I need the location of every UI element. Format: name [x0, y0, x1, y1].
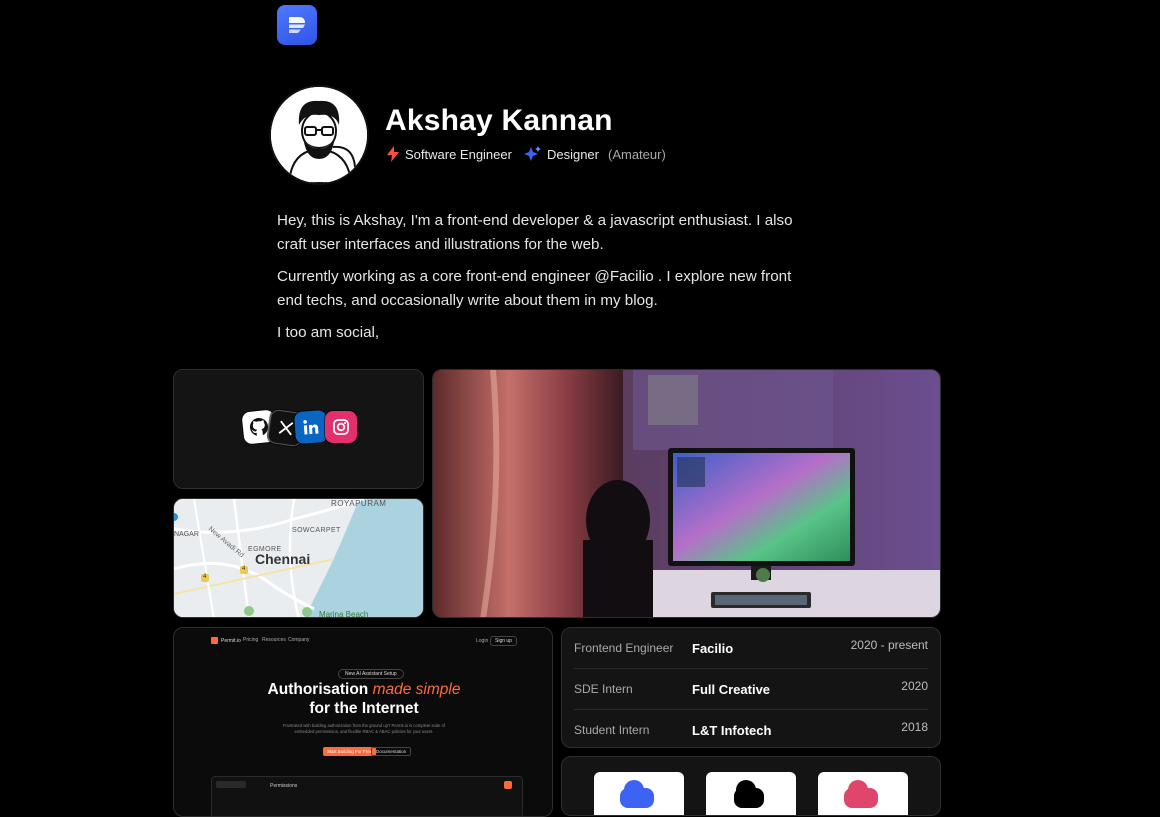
- illustration-tile[interactable]: [706, 772, 796, 815]
- role-note: (Amateur): [607, 146, 666, 162]
- profile-name: Akshay Kannan: [385, 104, 613, 137]
- map-label: NAGAR: [174, 531, 199, 538]
- social-links-card: [173, 369, 424, 489]
- blue-figure-icon: [620, 780, 654, 808]
- map-marker: 4: [203, 574, 207, 580]
- experience-years: 2020: [901, 679, 928, 693]
- pink-figure-icon: [844, 780, 878, 808]
- experience-years: 2018: [901, 720, 928, 734]
- project-preview-card[interactable]: Permit.io Pricing Resources Company Logi…: [173, 627, 553, 817]
- experience-row: Frontend Engineer Facilio 2020 - present: [574, 628, 928, 669]
- preview-headline-line2: for the Internet: [309, 700, 419, 717]
- avatar: [269, 85, 369, 185]
- experience-role: Student Intern: [574, 723, 650, 737]
- site-logo[interactable]: [277, 5, 317, 45]
- preview-signup: Sign up: [490, 636, 517, 646]
- map-label: Marina Beach: [319, 610, 369, 618]
- role-list: Software Engineer Designer (Amateur): [386, 146, 678, 162]
- preview-primary-button: Start Building For Free: [323, 747, 377, 756]
- map-city-label: Chennai: [255, 551, 311, 567]
- avatar-illustration: [271, 87, 367, 183]
- preview-brand-name: Permit.io: [221, 637, 241, 644]
- experience-company: Facilio: [692, 640, 734, 656]
- experience-role: SDE Intern: [574, 682, 633, 696]
- experience-row: Student Intern L&T Infotech 2018: [574, 710, 928, 747]
- preview-logo-icon: [211, 637, 218, 644]
- linkedin-link[interactable]: [293, 409, 328, 445]
- social-icons: [239, 408, 359, 449]
- x-icon: [278, 420, 293, 436]
- role-designer: Designer (Amateur): [523, 146, 666, 162]
- preview-headline: Authorisation made simple: [174, 681, 552, 699]
- experience-company: L&T Infotech: [692, 722, 772, 738]
- map-label: ROYAPURAM: [331, 499, 387, 508]
- instagram-link[interactable]: [324, 411, 357, 443]
- map-marker: 4: [242, 566, 246, 572]
- experience-card: Frontend Engineer Facilio 2020 - present…: [561, 627, 941, 748]
- illustrations-card: [561, 756, 941, 816]
- preview-headline-plain: Authorisation: [267, 681, 369, 698]
- role-label: Software Engineer: [405, 146, 512, 162]
- bio-paragraph: Currently working as a core front-end en…: [277, 268, 792, 309]
- preview-subtitle: Frustrated with building authorization f…: [283, 723, 445, 734]
- linkedin-icon: [302, 420, 318, 435]
- preview-login: Login: [476, 638, 489, 644]
- preview-sidebar-item: [216, 781, 246, 788]
- experience-role: Frontend Engineer: [574, 641, 674, 655]
- github-icon: [249, 418, 268, 436]
- preview-nav-item: Resources: [262, 637, 286, 643]
- role-label: Designer: [546, 146, 599, 162]
- experience-row: SDE Intern Full Creative 2020: [574, 669, 928, 710]
- lightning-icon: [387, 146, 399, 162]
- preview-dashboard-label: Permissions: [270, 783, 298, 789]
- bio-paragraph: Hey, this is Akshay, I'm a front-end dev…: [277, 212, 793, 253]
- bio-paragraph: I too am social,: [277, 324, 380, 341]
- illustration-tile[interactable]: [818, 772, 908, 815]
- black-figure-icon: [734, 780, 764, 808]
- map-label: SOWCARPET: [292, 527, 341, 534]
- preview-headline-accent: made simple: [372, 681, 461, 698]
- preview-action-icon: [504, 781, 512, 789]
- preview-nav-item: Pricing: [243, 637, 259, 643]
- location-map-card[interactable]: ROYAPURAM SOWCARPET EGMORE New Avadi Rd …: [173, 498, 424, 618]
- bio: Hey, this is Akshay, I'm a front-end dev…: [277, 209, 817, 353]
- experience-years: 2020 - present: [850, 638, 928, 652]
- experience-company: Full Creative: [692, 681, 771, 697]
- illustration-tile[interactable]: [594, 772, 684, 815]
- preview-secondary-button: Documentation: [371, 747, 412, 756]
- workspace-photo: [433, 370, 940, 617]
- workspace-photo-card: [432, 369, 941, 618]
- preview-pill: New AI Assistant Setup: [338, 669, 404, 679]
- role-software-engineer: Software Engineer: [386, 146, 512, 162]
- preview-brand: Permit.io: [211, 637, 241, 644]
- stacked-stripes-logo-icon: [289, 17, 305, 33]
- sparkle-icon: [523, 146, 541, 161]
- preview-nav-item: Company: [288, 637, 310, 643]
- instagram-icon: [332, 419, 349, 435]
